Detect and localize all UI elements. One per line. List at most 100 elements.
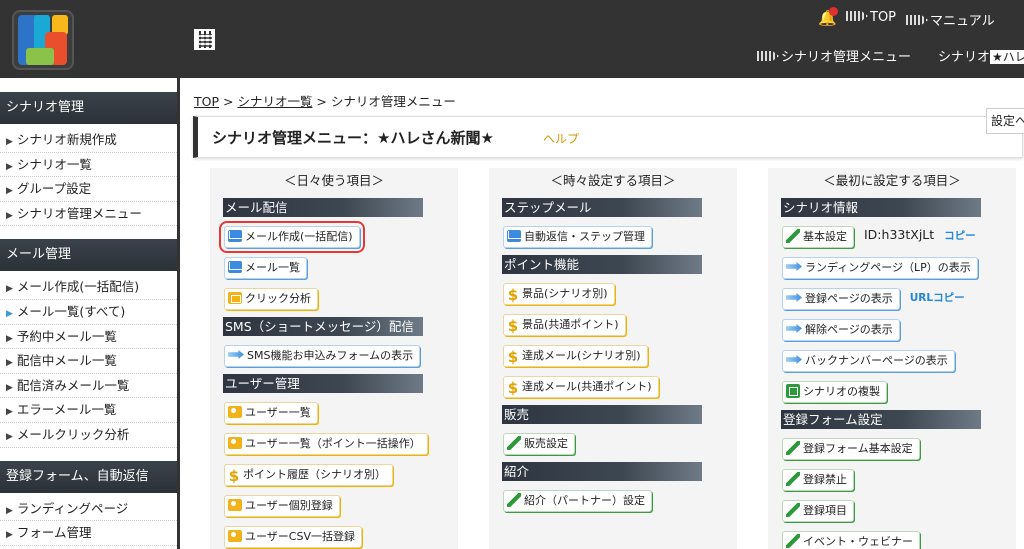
dollar-icon: $ [228, 467, 240, 485]
sidebar-item[interactable]: ▶ メール一覧(すべて) [0, 300, 177, 325]
menu-button[interactable]: 登録項目 [782, 500, 854, 522]
menu-row: 解除ページの表示 [768, 310, 1016, 341]
copy-link[interactable]: コピー [944, 230, 976, 242]
column-title: ＜日々使う項目＞ [283, 173, 384, 188]
menu-row: 登録禁止 [768, 460, 1016, 491]
menu-button[interactable]: SMS機能お申込みフォームの表示 [224, 345, 421, 367]
sidebar-item-label: 配信中メール一覧 [16, 353, 117, 369]
menu-button[interactable]: 紹介（パートナー）設定 [503, 490, 652, 512]
menu-button[interactable]: クリック分析 [224, 288, 318, 310]
menu-button[interactable]: バックナンバーページの表示 [782, 350, 955, 372]
sidebar-item-label: シナリオ管理メニュー [16, 205, 142, 221]
breadcrumb-scenario-list-link[interactable]: シナリオ一覧 [237, 94, 312, 109]
header-top-link[interactable]: TOP [846, 10, 896, 25]
pencil-icon [786, 441, 800, 455]
scenario-tag: ★ハレ [990, 50, 1024, 64]
pencil-icon [786, 503, 800, 517]
menu-button[interactable]: 自動返信・ステップ管理 [503, 226, 652, 248]
menu-row: 販売設定 [489, 424, 737, 455]
sidebar-item[interactable]: ▶ シナリオ管理メニュー [0, 202, 177, 227]
sidebar-item[interactable]: ▶ シナリオ新規作成 [0, 128, 177, 153]
sidebar-heading: メール管理 [0, 239, 177, 272]
sidebar-item[interactable]: ▶ 予約中メール一覧 [0, 325, 177, 350]
menu-button[interactable]: ユーザー一覧 [224, 402, 318, 424]
menu-button-label: 登録フォーム基本設定 [803, 442, 913, 455]
column-title: ＜最初に設定する項目＞ [823, 173, 961, 188]
page-title: シナリオ管理メニュー：★ハレさん新聞★ [212, 129, 494, 147]
menu-row: ユーザー一覧（ポイント一括操作） [210, 424, 458, 455]
menu-button[interactable]: メール作成(一括配信) [219, 221, 365, 253]
header-manual-link[interactable]: マニュアル [906, 10, 995, 29]
menu-row: メール一覧 [210, 248, 458, 279]
breadcrumb-top-link[interactable]: TOP [194, 94, 219, 109]
menu-button[interactable]: シナリオの複製 [782, 381, 887, 403]
section-heading: SMS（ショートメッセージ）配信 [223, 317, 423, 336]
mail-icon [507, 230, 521, 242]
menu-button[interactable]: 解除ページの表示 [782, 319, 900, 341]
sidebar-item[interactable]: ▶ メール作成(一括配信) [0, 275, 177, 300]
arrow-icon [786, 262, 802, 271]
settings-tab[interactable]: 設定へ [986, 108, 1024, 134]
sidebar-item[interactable]: ▶ 配信済みメール一覧 [0, 374, 177, 399]
header-scenario-select[interactable]: シナリオ ★ハレ [938, 46, 1024, 65]
menu-button[interactable]: $ 達成メール(シナリオ別) [503, 345, 648, 367]
notification-bell-icon[interactable]: 🔔 [818, 7, 840, 29]
header-scenario-menu-link[interactable]: シナリオ管理メニュー [757, 46, 911, 65]
user-icon [228, 499, 242, 511]
triangle-right-icon: ▶ [6, 431, 13, 442]
mail-icon [228, 230, 242, 242]
menu-row: SMS機能お申込みフォームの表示 [210, 336, 458, 367]
menu-button[interactable]: ユーザー個別登録 [224, 495, 340, 517]
menu-button[interactable]: $ 景品(共通ポイント) [503, 314, 626, 336]
section-heading: ポイント機能 [502, 255, 702, 274]
sidebar-item[interactable]: ▶ シナリオ一覧 [0, 153, 177, 178]
menu-button-label: 販売設定 [524, 437, 568, 450]
menu-button[interactable]: 販売設定 [503, 433, 575, 455]
menu-row: ユーザー一覧 [210, 393, 458, 424]
section-heading: ステップメール [502, 198, 702, 217]
menu-button-label: 解除ページの表示 [805, 323, 893, 336]
sidebar-item[interactable]: ▶ エラーメール一覧 [0, 398, 177, 423]
menu-row: ユーザー個別登録 [210, 486, 458, 517]
menu-button[interactable]: $ ポイント履歴（シナリオ別） [224, 464, 393, 486]
menu-button-label: 景品(共通ポイント) [522, 318, 619, 331]
dollar-icon: $ [507, 379, 519, 397]
menu-button[interactable]: メール一覧 [224, 257, 307, 279]
sidebar-item[interactable]: ▶ 配信中メール一覧 [0, 349, 177, 374]
sidebar-item[interactable]: ▶ ランディングページ [0, 497, 177, 522]
copy-link[interactable]: URLコピー [910, 292, 965, 304]
triangle-right-icon: ▶ [6, 530, 13, 541]
menu-button[interactable]: $ 達成メール(共通ポイント) [503, 376, 659, 398]
arrow-bar-icon [846, 11, 868, 21]
menu-button[interactable]: イベント・ウェビナー [782, 531, 920, 549]
sidebar-item[interactable]: ▶ グループ設定 [0, 177, 177, 202]
menu-button[interactable]: 登録ページの表示 [782, 288, 900, 310]
menu-row: 登録フォーム基本設定 [768, 429, 1016, 460]
section-heading: 登録フォーム設定 [781, 410, 981, 429]
menu-row: 登録項目 [768, 491, 1016, 522]
sidebar-item[interactable]: ▶ メールクリック分析 [0, 423, 177, 448]
menu-button[interactable]: $ 景品(シナリオ別) [503, 283, 615, 305]
menu-button[interactable]: ユーザーCSV一括登録 [224, 526, 362, 548]
qr-code-icon[interactable] [194, 29, 215, 50]
menu-button[interactable]: 登録禁止 [782, 469, 854, 491]
triangle-right-icon: ▶ [6, 186, 13, 197]
triangle-right-icon: ▶ [6, 407, 13, 418]
pencil-icon [786, 229, 800, 243]
sidebar-group: ▶ メール作成(一括配信) ▶ メール一覧(すべて) ▶ 予約中メール一覧 ▶ 配信中メール一… [0, 271, 177, 448]
sidebar-item-label: メール一覧(すべて) [16, 303, 126, 319]
dollar-icon: $ [507, 317, 519, 335]
column-daily: ＜日々使う項目＞ メール配信メール作成(一括配信) メール一覧クリック分析 SMS（シ… [210, 168, 458, 549]
menu-button[interactable]: ランディングページ（LP）の表示 [782, 257, 978, 279]
app-logo[interactable] [12, 10, 74, 70]
section-heading: メール配信 [223, 198, 423, 217]
menu-button[interactable]: ユーザー一覧（ポイント一括操作） [224, 433, 428, 455]
menu-button[interactable]: 登録フォーム基本設定 [782, 438, 920, 460]
user-icon [228, 437, 242, 449]
mail-icon [228, 261, 242, 273]
sidebar-item[interactable]: ▶ フォーム管理 [0, 521, 177, 546]
menu-button[interactable]: 基本設定 [782, 226, 854, 248]
section-heading: シナリオ情報 [781, 198, 981, 217]
help-link[interactable]: ヘルプ [543, 130, 579, 147]
menu-button-label: 紹介（パートナー）設定 [524, 494, 645, 507]
